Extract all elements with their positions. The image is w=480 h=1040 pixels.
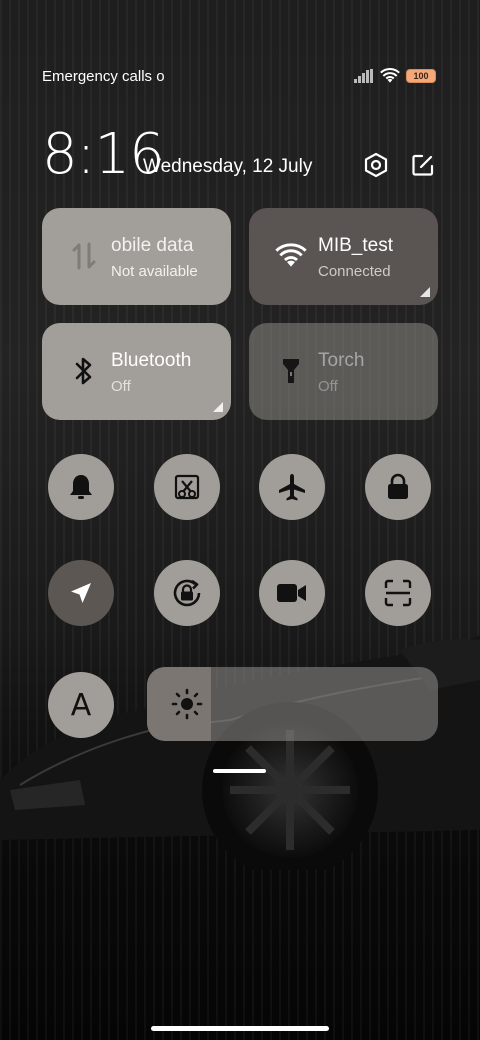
sun-icon <box>171 688 203 720</box>
toggle-airplane-mode[interactable] <box>259 454 325 520</box>
torch-icon <box>273 353 309 389</box>
lock-icon <box>388 473 408 499</box>
edit-button[interactable] <box>408 150 438 180</box>
signal-icon <box>354 69 373 83</box>
wifi-expand-corner[interactable] <box>420 287 430 297</box>
wifi-status: Connected <box>318 263 391 280</box>
font-icon: A <box>70 687 92 723</box>
toggle-rotation-lock[interactable] <box>154 560 220 626</box>
home-indicator[interactable] <box>151 1026 329 1031</box>
location-icon <box>71 583 91 603</box>
screenshot-icon <box>174 474 200 500</box>
wifi-tile-icon <box>273 238 309 274</box>
wifi-network-name: MIB_test <box>318 235 393 256</box>
status-bar: Emergency calls o 100 <box>42 66 436 88</box>
date: Wednesday, 12 July <box>143 156 313 177</box>
mobile-data-status: Not available <box>111 263 198 280</box>
bluetooth-title: Bluetooth <box>111 350 192 371</box>
bell-icon <box>70 475 92 499</box>
edit-icon <box>412 154 434 176</box>
mobile-data-icon <box>66 238 102 274</box>
scanner-icon <box>384 579 412 607</box>
toggle-location[interactable] <box>48 560 114 626</box>
tile-bluetooth[interactable]: Bluetooth Off <box>42 323 231 420</box>
torch-title: Torch <box>318 350 365 371</box>
toggle-font-size[interactable]: A <box>48 672 114 738</box>
settings-button[interactable] <box>361 150 391 180</box>
toggle-lock-screen[interactable] <box>365 454 431 520</box>
airplane-icon <box>279 474 305 501</box>
rotation-lock-icon <box>173 579 201 607</box>
page-indicator <box>213 769 266 773</box>
status-carrier-text: Emergency calls o <box>42 68 165 85</box>
toggle-notifications[interactable] <box>48 454 114 520</box>
settings-icon <box>364 152 388 178</box>
torch-status: Off <box>318 378 338 395</box>
mobile-data-title: obile data <box>111 235 194 256</box>
bluetooth-status: Off <box>111 378 131 395</box>
wifi-icon <box>380 68 400 83</box>
tile-torch[interactable]: Torch Off <box>249 323 438 420</box>
brightness-slider[interactable] <box>147 667 438 741</box>
battery-indicator: 100 <box>406 69 436 83</box>
bluetooth-icon <box>66 353 102 389</box>
video-camera-icon <box>277 584 306 602</box>
bluetooth-expand-corner[interactable] <box>213 402 223 412</box>
tile-wifi[interactable]: MIB_test Connected <box>249 208 438 305</box>
toggle-scanner[interactable] <box>365 560 431 626</box>
tile-mobile-data[interactable]: obile data Not available <box>42 208 231 305</box>
status-icons: 100 <box>354 68 436 84</box>
toggle-screen-recorder[interactable] <box>259 560 325 626</box>
toggle-screenshot[interactable] <box>154 454 220 520</box>
